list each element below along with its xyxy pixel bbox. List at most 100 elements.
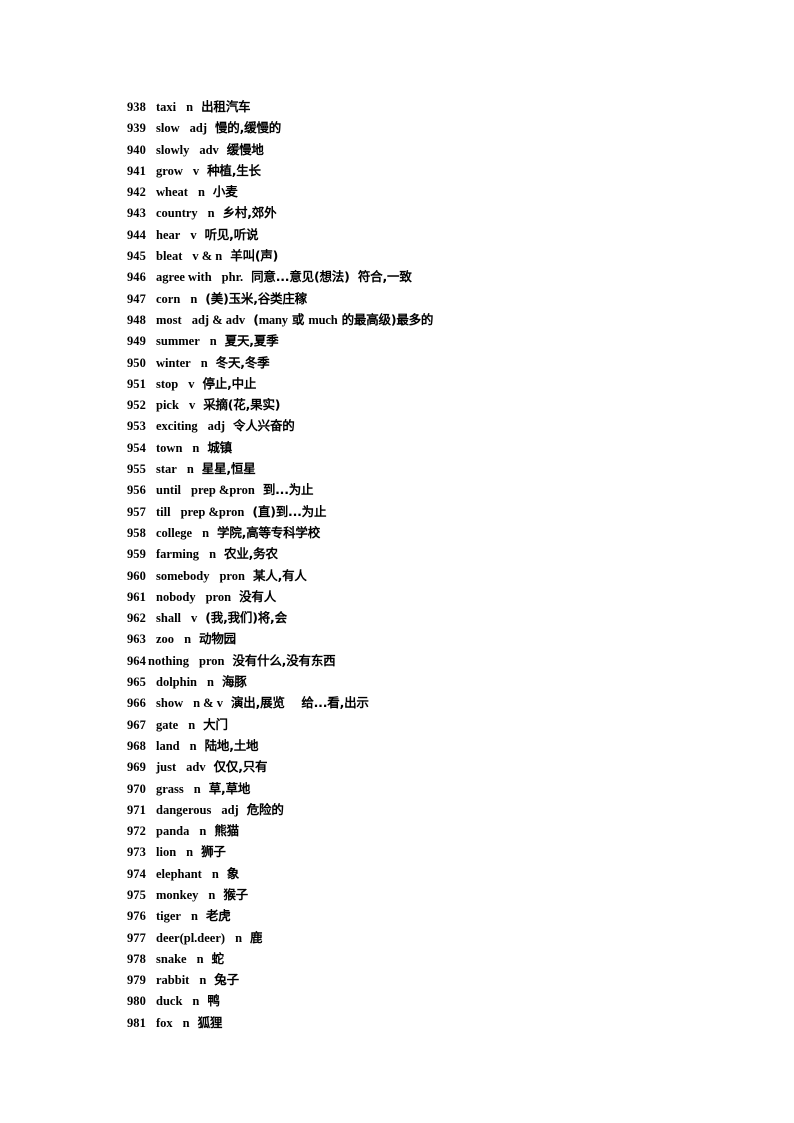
entry-word: most: [156, 312, 182, 327]
entry-number: 950: [126, 355, 146, 370]
vocabulary-entry: 951 stop v 停止,中止: [0, 373, 794, 394]
entry-meaning: 学院,高等专科学校: [217, 524, 320, 540]
entry-word: winter: [156, 355, 191, 370]
entry-meaning: 停止,中止: [202, 375, 257, 391]
entry-number: 976: [126, 909, 146, 924]
entry-meaning: 同意...意见(想法) 符合,一致: [251, 269, 412, 285]
entry-word: stop: [156, 376, 179, 391]
entry-part-of-speech: n: [182, 1015, 190, 1030]
entry-word: fox: [156, 1015, 173, 1030]
vocabulary-entry: 941 grow v 种植,生长: [0, 160, 794, 181]
entry-part-of-speech: n: [184, 632, 192, 647]
entry-meaning: 兔子: [214, 972, 239, 988]
entry-part-of-speech: n: [200, 355, 208, 370]
entry-word: bleat: [156, 249, 183, 264]
entry-meaning: 采摘(花,果实): [203, 397, 281, 413]
vocabulary-entry: 956 until prep &pron 到...为止: [0, 479, 794, 500]
entry-part-of-speech: n: [197, 185, 205, 200]
entry-word: star: [156, 462, 177, 477]
entry-number: 980: [126, 994, 146, 1009]
entry-number: 941: [126, 163, 146, 178]
entry-meaning: 鹿: [250, 929, 263, 945]
entry-word: town: [156, 440, 183, 455]
entry-meaning: 演出,展览 给...看,出示: [230, 695, 369, 711]
entry-meaning: 某人,有人: [252, 567, 307, 583]
entry-part-of-speech: n: [202, 525, 210, 540]
entry-part-of-speech: n & v: [193, 696, 223, 711]
entry-number: 963: [126, 632, 146, 647]
entry-part-of-speech: n: [209, 547, 217, 562]
entry-part-of-speech: n: [186, 462, 194, 477]
entry-part-of-speech: adj: [221, 802, 239, 817]
entry-number: 945: [126, 249, 146, 264]
entry-number: 951: [126, 376, 146, 391]
entry-part-of-speech: v: [190, 227, 197, 242]
entry-word: slow: [156, 121, 180, 136]
entry-part-of-speech: pron: [219, 568, 245, 583]
entry-word: gate: [156, 717, 179, 732]
vocabulary-entry: 948 most adj & adv (many 或 much 的最高级)最多的: [0, 309, 794, 330]
vocabulary-entry: 972 panda n 熊猫: [0, 820, 794, 841]
entry-part-of-speech: adj: [189, 121, 207, 136]
entry-part-of-speech: v: [188, 398, 196, 413]
entry-meaning: 慢的,缓慢的: [215, 120, 282, 136]
entry-part-of-speech: n: [193, 781, 201, 796]
entry-meaning: 狐狸: [197, 1014, 223, 1030]
entry-word: panda: [156, 824, 190, 839]
vocabulary-entry: 966 show n & v 演出,展览 给...看,出示: [0, 692, 794, 713]
vocabulary-entry: 964 nothing pron 没有什么,没有东西: [0, 650, 794, 671]
vocabulary-entry: 980 duck n 鸭: [0, 990, 794, 1011]
entry-meaning: 令人兴奋的: [233, 418, 295, 434]
entry-word: farming: [156, 547, 200, 562]
entry-number: 979: [126, 973, 146, 988]
entry-part-of-speech: pron: [199, 653, 225, 668]
entry-meaning: 熊猫: [214, 823, 239, 839]
entry-word: summer: [156, 334, 200, 349]
entry-number: 946: [126, 270, 146, 285]
entry-word: grow: [156, 163, 183, 178]
entry-meaning: 冬天,冬季: [215, 354, 270, 370]
entry-word: rabbit: [156, 973, 190, 988]
entry-part-of-speech: adv: [199, 142, 219, 157]
entry-number: 962: [126, 611, 146, 626]
entry-meaning: 缓慢地: [226, 141, 264, 157]
entry-meaning: (美)玉米,谷类庄稼: [205, 290, 307, 306]
entry-number: 953: [126, 419, 146, 434]
entry-number: 966: [126, 696, 146, 711]
vocabulary-entry: 949 summer n 夏天,夏季: [0, 330, 794, 351]
vocabulary-entry: 943 country n 乡村,郊外: [0, 202, 794, 223]
entry-number: 958: [126, 525, 146, 540]
vocabulary-entry: 955 star n 星星,恒星: [0, 458, 794, 479]
vocabulary-entry: 967 gate n 大门: [0, 714, 794, 735]
entry-number: 942: [126, 185, 146, 200]
entry-word: deer(pl.deer): [156, 930, 226, 945]
entry-meaning: 草,草地: [208, 780, 251, 796]
entry-word: zoo: [156, 632, 175, 647]
entry-part-of-speech: n: [189, 738, 197, 753]
entry-number: 957: [126, 504, 146, 519]
entry-meaning: 城镇: [207, 439, 232, 455]
entry-number: 955: [126, 462, 146, 477]
entry-part-of-speech: n: [207, 206, 215, 221]
vocabulary-entry: 981 fox n 狐狸: [0, 1012, 794, 1033]
entry-part-of-speech: v & n: [192, 249, 223, 264]
entry-meaning: 象: [226, 865, 240, 881]
entry-part-of-speech: adv: [186, 760, 206, 775]
entry-word: lion: [156, 845, 177, 860]
vocabulary-entry: 975 monkey n 猴子: [0, 884, 794, 905]
entry-meaning: 动物园: [199, 631, 236, 647]
entry-number: 981: [126, 1015, 146, 1030]
entry-number: 973: [126, 845, 146, 860]
entry-part-of-speech: n: [199, 824, 207, 839]
vocabulary-entry: 959 farming n 农业,务农: [0, 543, 794, 564]
entry-number: 956: [126, 483, 146, 498]
vocabulary-entry: 940 slowly adv 缓慢地: [0, 139, 794, 160]
entry-meaning: 乡村,郊外: [222, 205, 277, 221]
vocabulary-entry: 979 rabbit n 兔子: [0, 969, 794, 990]
entry-word: show: [156, 696, 184, 711]
entry-number: 970: [126, 781, 146, 796]
vocabulary-entry: 978 snake n 蛇: [0, 948, 794, 969]
entry-word: shall: [156, 611, 182, 626]
entry-meaning: 出租汽车: [201, 99, 251, 114]
vocabulary-entry: 954 town n 城镇: [0, 437, 794, 458]
